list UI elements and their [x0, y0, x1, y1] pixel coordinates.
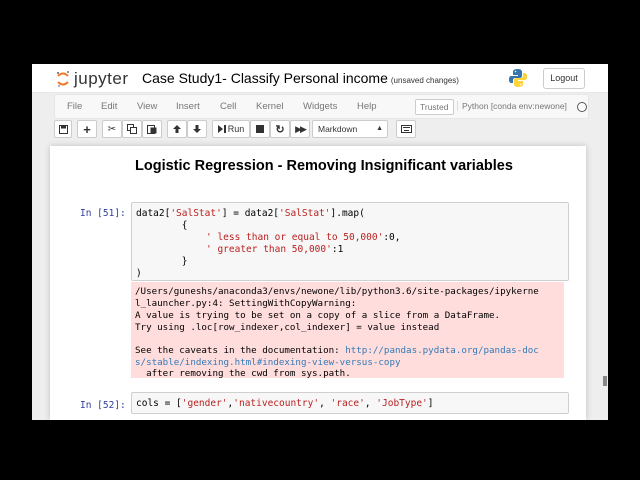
- stderr-line: l_launcher.py:4: SettingWithCopyWarning:: [135, 298, 357, 309]
- select-caret-icon: ▲: [376, 125, 383, 132]
- jupyter-orbit-icon: [57, 71, 69, 87]
- stderr-output: /Users/guneshs/anaconda3/envs/newone/lib…: [131, 282, 564, 379]
- autosave-status: (unsaved changes): [390, 76, 459, 85]
- toolbar: + ✂ Run ↻ ▶▶ Markdown ▲: [54, 120, 594, 140]
- logo-text: jupyter: [74, 69, 129, 88]
- kernel-status-icon: [577, 102, 587, 112]
- python-logo-icon: [509, 69, 527, 87]
- menu-widgets[interactable]: Widgets: [303, 101, 337, 112]
- stderr-line: s/stable/indexing.html#indexing-view-ver…: [135, 357, 401, 368]
- code-cell-input[interactable]: data2['SalStat'] = data2['SalStat'].map(…: [131, 202, 569, 281]
- save-icon: [58, 124, 68, 134]
- logout-button[interactable]: Logout: [543, 68, 585, 89]
- command-palette-button[interactable]: [396, 120, 416, 138]
- keyboard-icon: [400, 125, 412, 133]
- notebook-container: Logistic Regression - Removing Insignifi…: [50, 146, 586, 420]
- menu-edit[interactable]: Edit: [101, 101, 117, 112]
- restart-button[interactable]: ↻: [270, 120, 290, 138]
- cell-type-value: Markdown: [318, 124, 358, 134]
- menu-kernel[interactable]: Kernel: [256, 101, 283, 112]
- trusted-indicator[interactable]: Trusted: [415, 99, 454, 115]
- markdown-heading[interactable]: Logistic Regression - Removing Insignifi…: [135, 158, 535, 174]
- step-forward-icon: [217, 125, 226, 133]
- menu-file[interactable]: File: [67, 101, 82, 112]
- kernel-name: Python [conda env:newone]: [457, 101, 567, 111]
- code-line: ' greater than 50,000':1: [206, 244, 344, 255]
- arrow-up-icon: [173, 125, 181, 133]
- move-down-button[interactable]: [187, 120, 207, 138]
- copy-button[interactable]: [122, 120, 142, 138]
- stderr-line: /Users/guneshs/anaconda3/envs/newone/lib…: [135, 286, 539, 297]
- code-line: data2['SalStat'] = data2['SalStat'].map(: [136, 208, 365, 219]
- stderr-line: See the caveats in the documentation: ht…: [135, 345, 539, 356]
- code-line: }: [136, 256, 188, 267]
- stderr-line: A value is trying to be set on a copy of…: [135, 310, 501, 321]
- code-line: {: [136, 220, 188, 231]
- menu-insert[interactable]: Insert: [176, 101, 200, 112]
- menu-cell[interactable]: Cell: [220, 101, 236, 112]
- cell-type-select[interactable]: Markdown ▲: [312, 120, 388, 138]
- fast-forward-icon: ▶▶: [295, 123, 307, 134]
- code-line: cols = ['gender','nativecountry', 'race'…: [136, 398, 434, 409]
- menu-view[interactable]: View: [137, 101, 157, 112]
- paste-icon: [147, 125, 157, 134]
- code-line: ): [136, 268, 142, 279]
- save-button[interactable]: [54, 120, 72, 138]
- cell-prompt: In [51]:: [80, 208, 126, 219]
- scrollbar-thumb[interactable]: [603, 376, 607, 386]
- jupyter-window: jupyter Case Study1- Classify Personal i…: [32, 64, 608, 420]
- notebook-title-text: Case Study1- Classify Personal income: [142, 70, 388, 86]
- plus-icon: +: [83, 121, 91, 137]
- scissors-icon: ✂: [107, 123, 117, 135]
- code-cell-input[interactable]: cols = ['gender','nativecountry', 'race'…: [131, 392, 569, 414]
- copy-icon: [127, 124, 137, 134]
- run-label: Run: [227, 124, 245, 134]
- move-up-button[interactable]: [167, 120, 187, 138]
- cut-button[interactable]: ✂: [102, 120, 122, 138]
- notebook-title[interactable]: Case Study1- Classify Personal income (un…: [142, 70, 459, 86]
- restart-run-all-button[interactable]: ▶▶: [290, 120, 310, 138]
- docs-link[interactable]: http://pandas.pydata.org/pandas-doc: [345, 345, 539, 356]
- code-line: ' less than or equal to 50,000':0,: [206, 232, 401, 243]
- arrow-down-icon: [193, 125, 201, 133]
- run-button[interactable]: Run: [212, 120, 250, 138]
- stderr-line: Try using .loc[row_indexer,col_indexer] …: [135, 322, 440, 333]
- paste-button[interactable]: [142, 120, 162, 138]
- stop-icon: [256, 125, 264, 133]
- jupyter-logo[interactable]: jupyter: [56, 69, 129, 89]
- docs-link-cont[interactable]: s/stable/indexing.html#indexing-view-ver…: [135, 357, 401, 368]
- insert-cell-button[interactable]: +: [77, 120, 97, 138]
- menu-help[interactable]: Help: [357, 101, 377, 112]
- cell-prompt: In [52]:: [80, 400, 126, 411]
- stderr-line: after removing the cwd from sys.path.: [135, 368, 351, 379]
- refresh-icon: ↻: [275, 123, 285, 136]
- menubar: File Edit View Insert Cell Kernel Widget…: [54, 94, 589, 119]
- header: jupyter Case Study1- Classify Personal i…: [32, 64, 608, 93]
- interrupt-button[interactable]: [250, 120, 270, 138]
